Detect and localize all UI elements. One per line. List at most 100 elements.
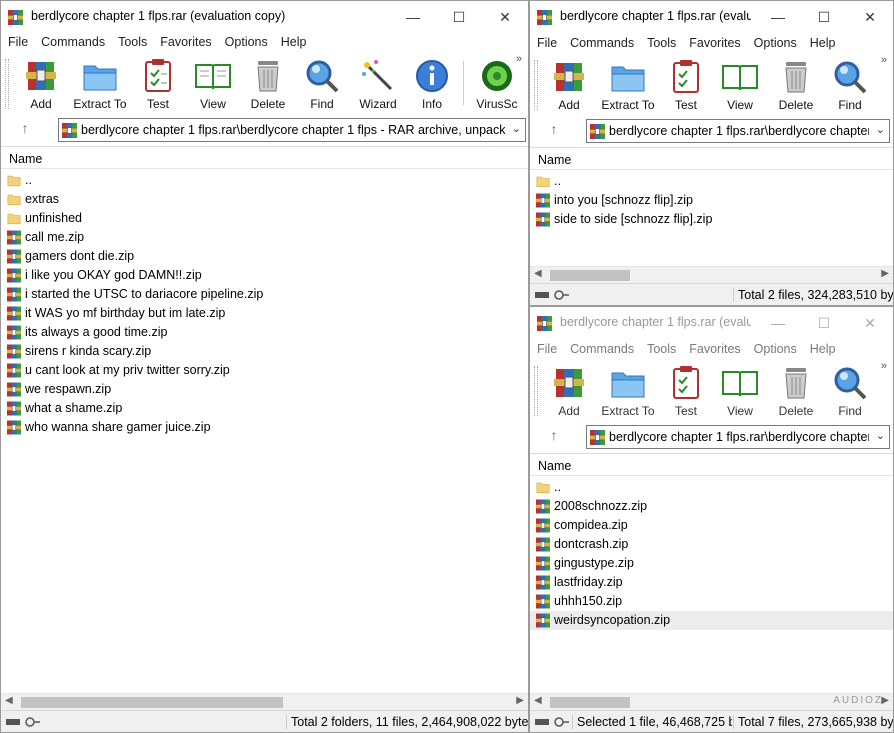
list-item[interactable]: side to side [schnozz flip].zip bbox=[530, 210, 893, 229]
test-button[interactable]: Test bbox=[655, 364, 717, 418]
add-button[interactable]: Add bbox=[10, 57, 72, 111]
up-folder-icon[interactable]: ↑ bbox=[544, 121, 564, 139]
horizontal-scrollbar[interactable]: ◀ ▶ bbox=[530, 266, 893, 283]
column-header-name[interactable]: Name bbox=[530, 454, 893, 476]
list-item[interactable]: gamers dont die.zip bbox=[1, 247, 528, 266]
list-item[interactable]: call me.zip bbox=[1, 228, 528, 247]
scroll-thumb[interactable] bbox=[550, 697, 630, 708]
menu-help[interactable]: Help bbox=[274, 33, 313, 49]
list-item[interactable]: weirdsyncopation.zip bbox=[530, 611, 893, 630]
minimize-button[interactable]: — bbox=[755, 307, 801, 339]
chevron-down-icon[interactable]: ⌄ bbox=[876, 123, 885, 136]
menu-commands[interactable]: Commands bbox=[563, 34, 640, 50]
menu-options[interactable]: Options bbox=[747, 34, 803, 50]
toolbar-grip[interactable] bbox=[5, 59, 9, 109]
menu-tools[interactable]: Tools bbox=[640, 340, 682, 356]
list-item[interactable]: it WAS yo mf birthday but im late.zip bbox=[1, 304, 528, 323]
column-header-name[interactable]: Name bbox=[530, 148, 893, 170]
scroll-left-arrow-icon[interactable]: ◀ bbox=[5, 695, 13, 706]
minimize-button[interactable]: — bbox=[390, 1, 436, 33]
list-item[interactable]: we respawn.zip bbox=[1, 380, 528, 399]
menu-tools[interactable]: Tools bbox=[111, 33, 153, 49]
menu-commands[interactable]: Commands bbox=[563, 340, 640, 356]
scroll-left-arrow-icon[interactable]: ◀ bbox=[534, 695, 542, 706]
close-button[interactable]: ✕ bbox=[847, 307, 893, 339]
view-button[interactable]: View bbox=[709, 58, 771, 112]
menu-favorites[interactable]: Favorites bbox=[682, 34, 746, 50]
chevron-down-icon[interactable]: ⌄ bbox=[876, 429, 885, 442]
info-button[interactable]: Info bbox=[401, 57, 463, 111]
list-item[interactable]: u cant look at my priv twitter sorry.zip bbox=[1, 361, 528, 380]
list-item[interactable]: dontcrash.zip bbox=[530, 535, 893, 554]
toolbar-overflow-chevron[interactable]: » bbox=[516, 53, 522, 65]
menu-favorites[interactable]: Favorites bbox=[153, 33, 217, 49]
find-button[interactable]: Find bbox=[291, 57, 353, 111]
menu-help[interactable]: Help bbox=[803, 34, 842, 50]
test-button[interactable]: Test bbox=[655, 58, 717, 112]
list-item[interactable]: its always a good time.zip bbox=[1, 323, 528, 342]
up-folder-icon[interactable]: ↑ bbox=[15, 120, 35, 138]
column-header-name[interactable]: Name ⌃ bbox=[1, 147, 528, 169]
list-item[interactable]: .. bbox=[530, 172, 893, 191]
delete-button[interactable]: Delete bbox=[765, 58, 827, 112]
toolbar-overflow-chevron[interactable]: » bbox=[881, 54, 887, 66]
menu-favorites[interactable]: Favorites bbox=[682, 340, 746, 356]
view-button[interactable]: View bbox=[182, 57, 244, 111]
list-item[interactable]: uhhh150.zip bbox=[530, 592, 893, 611]
list-item[interactable]: lastfriday.zip bbox=[530, 573, 893, 592]
menu-file[interactable]: File bbox=[1, 33, 34, 49]
delete-button[interactable]: Delete bbox=[237, 57, 299, 111]
list-item[interactable]: i started the UTSC to dariacore pipeline… bbox=[1, 285, 528, 304]
close-button[interactable]: ✕ bbox=[847, 1, 893, 33]
title-bar[interactable]: berdlycore chapter 1 flps.rar (evalu... … bbox=[530, 307, 893, 339]
maximize-button[interactable]: ☐ bbox=[801, 307, 847, 339]
list-item[interactable]: 2008schnozz.zip bbox=[530, 497, 893, 516]
add-button[interactable]: Add bbox=[538, 58, 600, 112]
scroll-thumb[interactable] bbox=[550, 270, 630, 281]
maximize-button[interactable]: ☐ bbox=[436, 1, 482, 33]
address-combobox[interactable]: berdlycore chapter 1 flps.rar\berdlycore… bbox=[586, 425, 890, 449]
up-folder-icon[interactable]: ↑ bbox=[544, 427, 564, 445]
list-item[interactable]: i like you OKAY god DAMN!!.zip bbox=[1, 266, 528, 285]
list-item[interactable]: sirens r kinda scary.zip bbox=[1, 342, 528, 361]
horizontal-scrollbar[interactable]: ◀ ▶ bbox=[1, 693, 528, 710]
scroll-thumb[interactable] bbox=[21, 697, 283, 708]
find-button[interactable]: Find bbox=[819, 58, 881, 112]
list-item[interactable]: into you [schnozz flip].zip bbox=[530, 191, 893, 210]
add-button[interactable]: Add bbox=[538, 364, 600, 418]
chevron-down-icon[interactable]: ⌄ bbox=[512, 122, 521, 135]
maximize-button[interactable]: ☐ bbox=[801, 1, 847, 33]
scroll-right-arrow-icon[interactable]: ▶ bbox=[516, 695, 524, 706]
wizard-button[interactable]: Wizard bbox=[347, 57, 409, 111]
menu-commands[interactable]: Commands bbox=[34, 33, 111, 49]
list-item[interactable]: .. bbox=[530, 478, 893, 497]
list-item[interactable]: compidea.zip bbox=[530, 516, 893, 535]
test-button[interactable]: Test bbox=[127, 57, 189, 111]
address-combobox[interactable]: berdlycore chapter 1 flps.rar\berdlycore… bbox=[58, 118, 526, 142]
list-item[interactable]: extras bbox=[1, 190, 528, 209]
view-button[interactable]: View bbox=[709, 364, 771, 418]
menu-options[interactable]: Options bbox=[747, 340, 803, 356]
scroll-left-arrow-icon[interactable]: ◀ bbox=[534, 268, 542, 279]
close-button[interactable]: ✕ bbox=[482, 1, 528, 33]
extract-to-button[interactable]: Extract To bbox=[596, 58, 660, 112]
menu-file[interactable]: File bbox=[530, 34, 563, 50]
list-item[interactable]: gingustype.zip bbox=[530, 554, 893, 573]
menu-help[interactable]: Help bbox=[803, 340, 842, 356]
list-item[interactable]: .. bbox=[1, 171, 528, 190]
list-item[interactable]: who wanna share gamer juice.zip bbox=[1, 418, 528, 437]
minimize-button[interactable]: — bbox=[755, 1, 801, 33]
virusscan-button[interactable]: VirusSc bbox=[466, 57, 528, 111]
menu-tools[interactable]: Tools bbox=[640, 34, 682, 50]
menu-file[interactable]: File bbox=[530, 340, 563, 356]
toolbar-overflow-chevron[interactable]: » bbox=[881, 360, 887, 372]
list-item[interactable]: what a shame.zip bbox=[1, 399, 528, 418]
delete-button[interactable]: Delete bbox=[765, 364, 827, 418]
extract-to-button[interactable]: Extract To bbox=[596, 364, 660, 418]
extract-to-button[interactable]: Extract To bbox=[68, 57, 132, 111]
title-bar[interactable]: berdlycore chapter 1 flps.rar (evaluatio… bbox=[1, 1, 528, 33]
address-combobox[interactable]: berdlycore chapter 1 flps.rar\berdlycore… bbox=[586, 119, 890, 143]
find-button[interactable]: Find bbox=[819, 364, 881, 418]
list-item[interactable]: unfinished bbox=[1, 209, 528, 228]
menu-options[interactable]: Options bbox=[218, 33, 274, 49]
